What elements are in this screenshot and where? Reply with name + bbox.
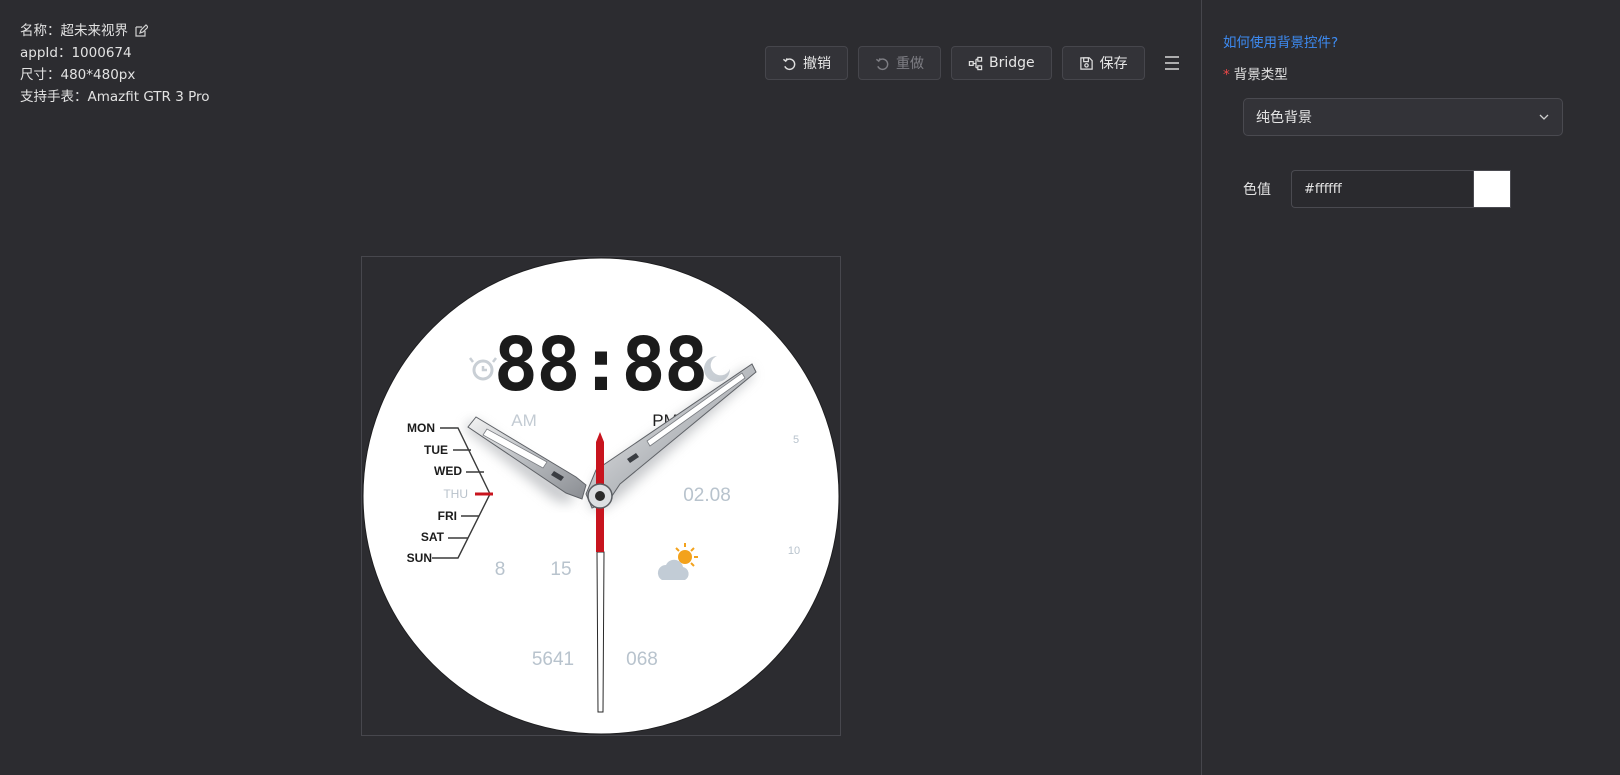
weekday-wed: WED (434, 464, 462, 478)
weekday-thu: THU (443, 487, 468, 501)
undo-label: 撤销 (803, 56, 831, 72)
watchface-preview: 88:88 AM PM MON TUE WED THU FRI SAT SUN … (362, 257, 840, 735)
edit-icon[interactable] (134, 24, 148, 38)
undo-icon (782, 57, 796, 70)
help-link[interactable]: 如何使用背景控件? (1223, 31, 1338, 51)
undo-button[interactable]: 撤销 (765, 46, 848, 80)
watchface-info: 名称：超未来视界 appId：1000674 尺寸：480*480px 支持手表… (20, 20, 210, 108)
date-value: 02.08 (683, 485, 731, 506)
bridge-icon (968, 56, 983, 70)
chevron-down-icon (1539, 114, 1549, 120)
bridge-label: Bridge (989, 55, 1035, 71)
left-value-2: 15 (550, 559, 571, 580)
size: 尺寸：480*480px (20, 67, 136, 83)
color-label: 色值 (1243, 182, 1271, 198)
required-mark: * (1223, 67, 1230, 83)
weekday-mon: MON (407, 421, 435, 435)
save-button[interactable]: 保存 (1061, 46, 1145, 80)
heart-rate-value: 068 (626, 649, 658, 670)
bg-type-select[interactable]: 纯色背景 (1243, 98, 1563, 136)
supported-watch: 支持手表：Amazfit GTR 3 Pro (20, 89, 210, 105)
bg-type-label: * 背景类型 (1223, 63, 1288, 83)
properties-panel: 如何使用背景控件? * 背景类型 纯色背景 色值 (1202, 0, 1620, 775)
weekday-tue: TUE (424, 443, 448, 457)
menu-icon[interactable] (1163, 54, 1181, 72)
watchface-canvas[interactable]: 88:88 AM PM MON TUE WED THU FRI SAT SUN … (361, 256, 841, 736)
steps-value: 5641 (532, 649, 574, 670)
bg-type-value: 纯色背景 (1256, 110, 1312, 126)
digital-time: 88:88 (494, 322, 707, 408)
watchface-name: 名称：超未来视界 (20, 23, 128, 39)
color-swatch[interactable] (1473, 170, 1511, 208)
redo-button[interactable]: 重做 (858, 46, 941, 80)
left-value-1: 8 (495, 559, 506, 580)
appid: appId：1000674 (20, 45, 132, 61)
name-row: 名称：超未来视界 (20, 20, 210, 42)
redo-label: 重做 (896, 56, 924, 72)
color-value-input[interactable] (1291, 170, 1473, 208)
am-label: AM (511, 411, 537, 430)
scale-bottom-label: 10 (788, 545, 800, 557)
scale-top-label: 5 (793, 434, 799, 446)
save-icon (1079, 56, 1093, 70)
toolbar: 撤销 重做 Bridge 保存 (765, 46, 1145, 80)
weekday-fri: FRI (438, 509, 457, 523)
weekday-sat: SAT (421, 530, 445, 544)
redo-icon (875, 57, 889, 70)
save-label: 保存 (1099, 56, 1128, 72)
weekday-sun: SUN (407, 551, 432, 565)
bridge-button[interactable]: Bridge (951, 46, 1052, 80)
bg-type-label-text: 背景类型 (1233, 67, 1288, 83)
